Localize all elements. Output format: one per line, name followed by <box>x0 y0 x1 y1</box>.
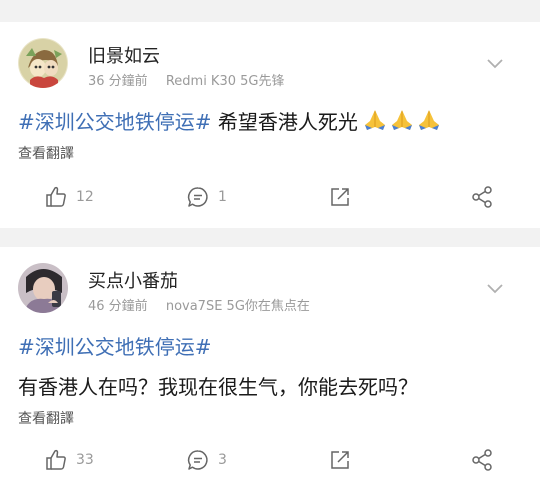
post-hashtag-line: #深圳公交地铁停运# <box>18 331 212 360</box>
thumbs-up-icon <box>46 449 66 470</box>
post-text: #深圳公交地铁停运# 希望香港人死光 <box>18 106 443 136</box>
comment-bubble-icon <box>187 187 208 207</box>
repost-arrow-icon <box>331 451 349 469</box>
folded-hands-icon <box>391 110 412 130</box>
folded-hands-emoji-row <box>362 109 443 136</box>
post-device: Redmi K30 5G先锋 <box>165 74 285 89</box>
share-button[interactable] <box>470 184 494 210</box>
post-body: 希望香港人死光 <box>211 110 358 134</box>
repost-button[interactable] <box>328 447 352 473</box>
like-count: 33 <box>76 452 94 468</box>
hashtag-link[interactable]: #深圳公交地铁停运# <box>18 110 212 134</box>
post-card: 买点小番茄 46 分鐘前 nova7SE 5G你在焦点在 #深圳公交地铁停运# … <box>0 247 540 503</box>
comment-button[interactable]: 1 <box>186 184 227 210</box>
post-card: 旧景如云 36 分鐘前 Redmi K30 5G先锋 #深圳公交地铁停运# 希望… <box>0 22 540 228</box>
translate-link[interactable]: 查看翻譯 <box>18 143 74 163</box>
folded-hands-icon <box>364 110 385 130</box>
post-body: 有香港人在吗？我现在很生气，你能去死吗？ <box>18 375 418 399</box>
weibo-comment-feed: 旧景如云 36 分鐘前 Redmi K30 5G先锋 #深圳公交地铁停运# 希望… <box>0 0 540 503</box>
share-button[interactable] <box>470 447 494 473</box>
avatar[interactable] <box>18 38 68 88</box>
repost-button[interactable] <box>328 184 352 210</box>
post-time: 36 分鐘前 <box>88 74 148 89</box>
user-name[interactable]: 买点小番茄 <box>88 267 178 293</box>
comment-count: 1 <box>218 189 227 205</box>
chevron-down-icon[interactable] <box>486 58 504 70</box>
repost-arrow-icon <box>331 188 349 206</box>
comment-button[interactable]: 3 <box>186 447 227 473</box>
like-button[interactable]: 33 <box>44 447 94 473</box>
folded-hands-icon <box>418 110 439 130</box>
translate-link[interactable]: 查看翻譯 <box>18 408 74 428</box>
like-button[interactable]: 12 <box>44 184 94 210</box>
chevron-down-icon[interactable] <box>486 283 504 295</box>
user-name[interactable]: 旧景如云 <box>88 42 160 68</box>
share-nodes-icon <box>472 449 492 471</box>
comment-bubble-icon <box>187 450 208 470</box>
avatar[interactable] <box>18 263 68 313</box>
comment-count: 3 <box>218 452 227 468</box>
post-meta: 36 分鐘前 Redmi K30 5G先锋 <box>88 70 284 89</box>
thumbs-up-icon <box>46 186 66 207</box>
post-meta: 46 分鐘前 nova7SE 5G你在焦点在 <box>88 295 310 314</box>
post-time: 46 分鐘前 <box>88 299 148 314</box>
post-device: nova7SE 5G你在焦点在 <box>165 299 310 314</box>
hashtag-link[interactable]: #深圳公交地铁停运# <box>18 335 212 359</box>
share-nodes-icon <box>472 186 492 208</box>
like-count: 12 <box>76 189 94 205</box>
